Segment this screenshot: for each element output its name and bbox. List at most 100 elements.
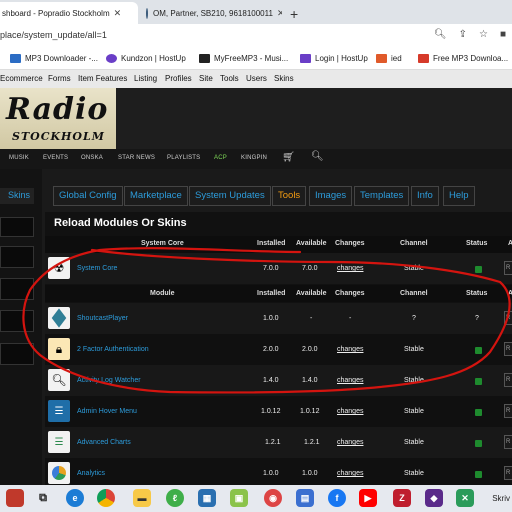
app-icon[interactable]: ◉ [264,489,282,507]
header-changes: Changes [335,290,365,297]
site-nav-star-news[interactable]: STAR NEWS [118,155,155,161]
site-nav-acp[interactable]: ACP [214,155,227,161]
site-nav-musik[interactable]: MUSIK [9,155,29,161]
nav-forms[interactable]: Forms [48,74,71,83]
module-name[interactable]: 2 Factor Authentication [77,346,149,353]
nav-tools[interactable]: Tools [220,74,239,83]
extension-icon[interactable]: ■ [500,29,506,40]
app-icon[interactable]: ℓ [166,489,184,507]
channel: Stable [404,346,424,353]
chrome-icon[interactable] [97,489,115,507]
tab-images[interactable]: Images [309,186,353,206]
browser-tab-popradio[interactable]: shboard - Popradio Stockholm ✕ [0,2,138,24]
table-row: ☰ Admin Hover Menu 1.0.12 1.0.12 changes… [45,396,512,427]
close-icon[interactable]: ✕ [114,8,122,19]
browser-tab-partner[interactable]: OM, Partner, SB210, 9618100011 ✕ [142,2,282,24]
app-icon[interactable]: ◆ [425,489,443,507]
module-name[interactable]: Advanced Charts [77,439,131,446]
sidebar-field[interactable] [0,246,34,268]
changes-link[interactable]: changes [337,439,363,446]
bookmark-login-hostup[interactable]: Login | HostUp [300,54,368,63]
sidebar-field[interactable] [0,217,34,237]
nav-skins[interactable]: Skins [274,74,294,83]
youtube-icon[interactable]: ▶ [359,489,377,507]
filezilla-icon[interactable]: Z [393,489,411,507]
row-action-button[interactable]: R [504,466,512,480]
changes-link[interactable]: changes [337,346,363,353]
site-nav-playlists[interactable]: PLAYLISTS [167,155,200,161]
changes-link[interactable]: changes [337,265,363,272]
site-nav-events[interactable]: EVENTS [43,155,68,161]
close-icon[interactable]: ✕ [277,8,282,19]
changes-link[interactable]: changes [337,408,363,415]
magnifier-icon: 🔍︎ [48,369,70,391]
url-field[interactable]: place/system_update/all=1 [0,30,107,40]
table-row: ☢ System Core 7.0.0 7.0.0 changes Stable… [45,253,512,284]
installed-version: 2.0.0 [263,346,279,353]
app-icon[interactable]: ▦ [198,489,216,507]
module-name[interactable]: System Core [77,265,117,272]
menu-icon: ☰ [48,400,70,422]
new-tab-button[interactable]: + [290,3,298,25]
sidebar-field[interactable] [0,310,34,332]
weather-icon[interactable] [6,489,24,507]
bookmark-kundzon[interactable]: Kundzon | HostUp [106,54,186,63]
changes-link[interactable]: changes [337,377,363,384]
tab-help[interactable]: Help [443,186,475,206]
module-name[interactable]: Analytics [77,470,105,477]
taskbar-label: Skriv [492,494,510,503]
edge-browser-icon[interactable]: e [66,489,84,507]
sidebar-skins[interactable]: Skins [0,188,34,204]
module-name[interactable]: Admin Hover Menu [77,408,137,415]
facebook-icon[interactable]: f [328,489,346,507]
task-view-icon[interactable]: ⧉ [34,489,52,507]
bookmark-mp3-downloader[interactable]: MP3 Downloader -... [10,54,98,63]
bookmark-label: Free MP3 Downloa... [433,54,509,63]
search-icon[interactable]: 🔍︎ [434,29,447,40]
header-status: Status [466,240,488,247]
bookmark-ied[interactable]: ied [376,54,402,63]
module-name[interactable]: Activity Log Watcher [77,377,141,384]
row-action-button[interactable]: R [504,435,512,449]
cart-icon[interactable]: 🛒︎ [282,152,295,163]
app-icon[interactable]: ▣ [230,489,248,507]
header-channel: Channel [400,240,428,247]
changes-link[interactable]: changes [337,470,363,477]
app-icon[interactable]: ▤ [296,489,314,507]
file-explorer-icon[interactable]: ▬ [133,489,151,507]
nav-listing[interactable]: Listing [134,74,157,83]
nav-site[interactable]: Site [199,74,213,83]
nav-users[interactable]: Users [246,74,267,83]
sidebar-field[interactable] [0,343,34,365]
site-nav-kingpin[interactable]: KINGPIN [241,155,267,161]
row-action-button[interactable]: R [504,342,512,356]
row-action-button[interactable]: R [504,373,512,387]
browser-tab-bar: shboard - Popradio Stockholm ✕ OM, Partn… [0,0,512,24]
tab-global-config[interactable]: Global Config [53,186,123,206]
tab-info[interactable]: Info [411,186,439,206]
row-action-button[interactable]: R [504,404,512,418]
header-changes: Changes [335,240,365,247]
share-icon[interactable]: ⇪ [459,29,467,40]
header-available: Available [296,240,327,247]
radio-stockholm-logo[interactable]: Radio STOCKHOLM [0,88,116,149]
nav-item-features[interactable]: Item Features [78,74,127,83]
search-icon[interactable]: 🔍︎ [311,151,324,162]
bookmark-myfreemp3[interactable]: MyFreeMP3 - Musi... [199,54,288,63]
sidebar-field[interactable] [0,278,34,300]
site-nav-onska[interactable]: ONSKA [81,155,103,161]
tab-templates[interactable]: Templates [354,186,410,206]
tab-tools[interactable]: Tools [272,186,307,206]
bookmark-free-mp3[interactable]: Free MP3 Downloa... [418,54,508,63]
tab-marketplace[interactable]: Marketplace [124,186,188,206]
star-icon[interactable]: ☆ [479,29,488,40]
tab-system-updates[interactable]: System Updates [189,186,271,206]
app-icon[interactable]: ✕ [456,489,474,507]
row-action-button[interactable]: R [504,311,512,325]
available-version: 2.0.0 [302,346,318,353]
row-action-button[interactable]: R [504,261,512,275]
nav-ecommerce[interactable]: Ecommerce [0,74,43,83]
module-name[interactable]: ShoutcastPlayer [77,315,128,322]
channel: ? [412,315,416,322]
nav-profiles[interactable]: Profiles [165,74,192,83]
